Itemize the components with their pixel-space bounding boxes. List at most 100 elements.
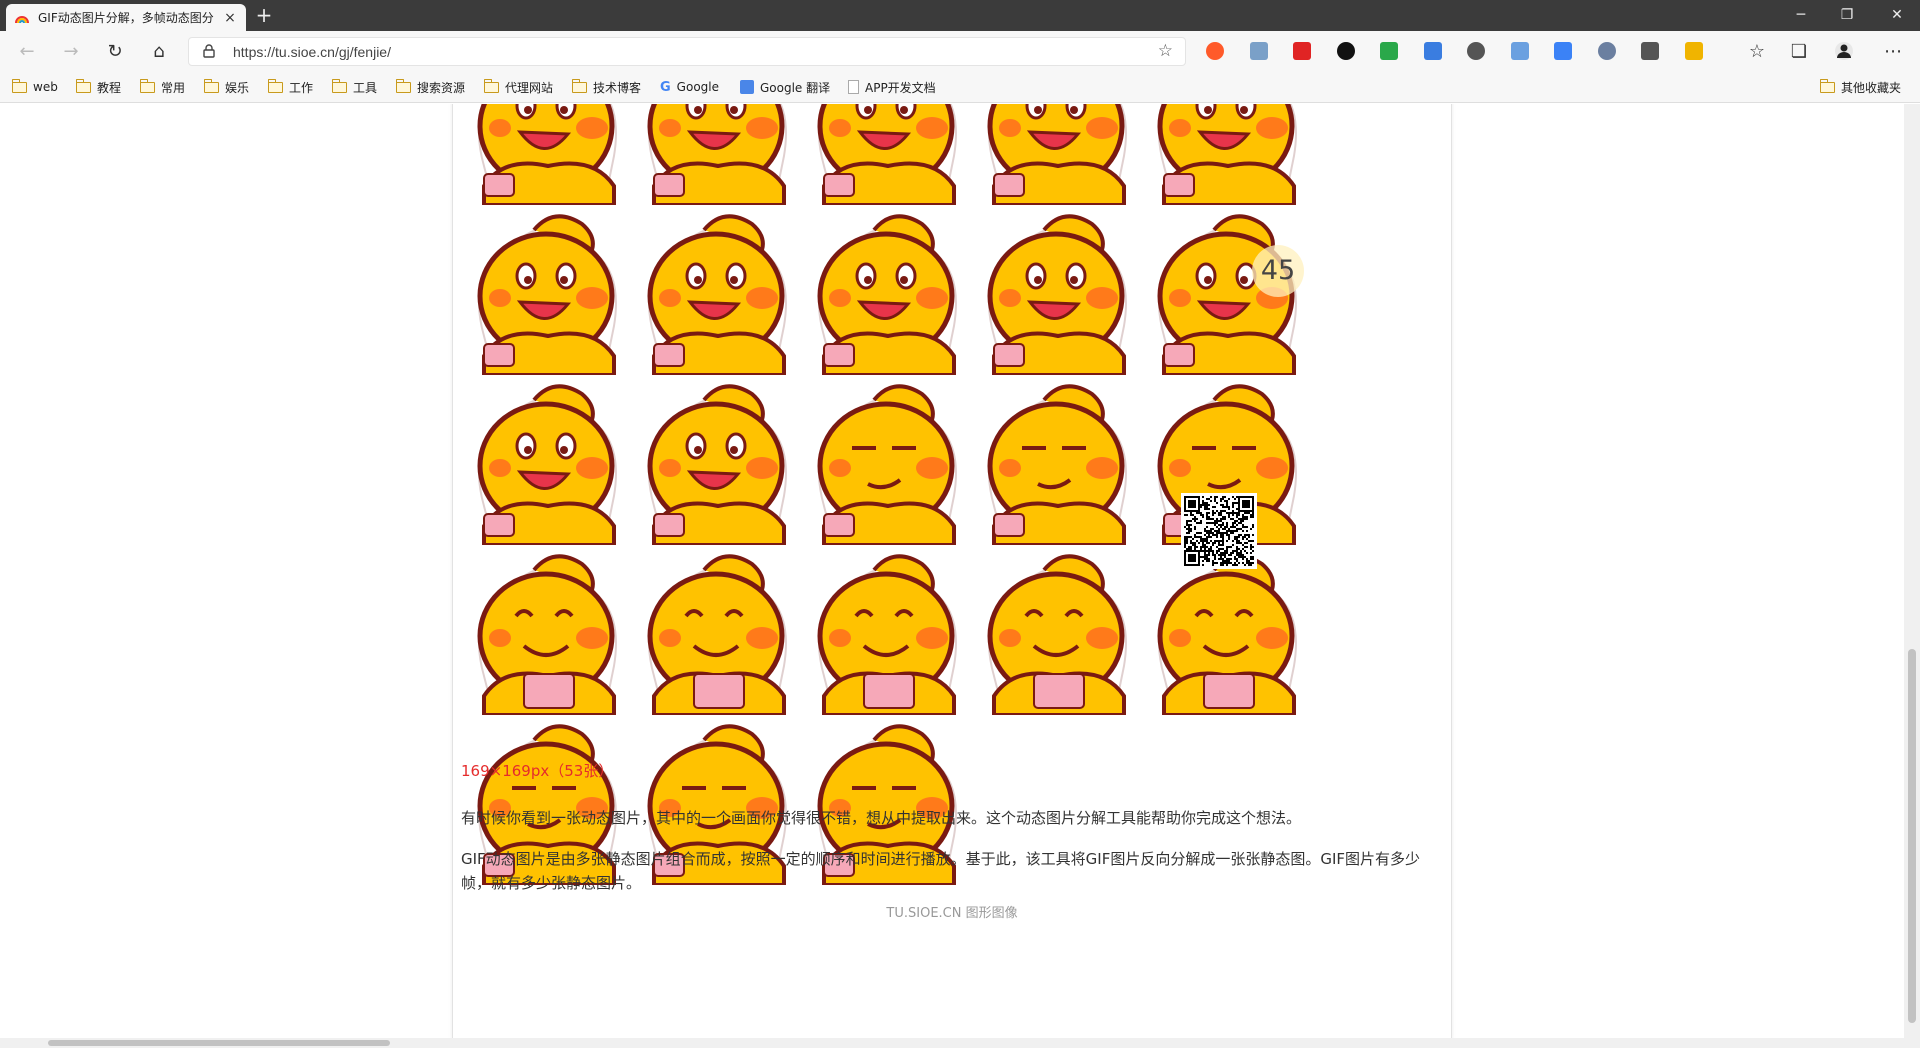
bookmark-label: web: [33, 80, 58, 94]
bookmark-label: 搜索资源: [417, 80, 466, 95]
ext-globe-icon[interactable]: [1423, 42, 1442, 60]
character-frame-art: [987, 214, 1127, 375]
bookmark-7[interactable]: 代理网站: [483, 77, 554, 97]
settings-menu-button[interactable]: ⋯: [1880, 39, 1906, 65]
ext-cursor-icon[interactable]: [1597, 42, 1616, 60]
ext-owl-icon[interactable]: [1249, 42, 1268, 60]
gif-frame[interactable]: [464, 206, 633, 375]
vertical-scrollbar[interactable]: [1904, 104, 1920, 1048]
bookmark-label: 娱乐: [225, 80, 250, 95]
ext-chat-icon[interactable]: [1641, 42, 1659, 60]
gif-frame[interactable]: [804, 206, 973, 375]
character-frame-art: [477, 104, 617, 205]
character-frame-art: [987, 104, 1127, 205]
frame-dimensions-text: 169×169px（53张）: [461, 762, 614, 780]
folder-icon: [75, 78, 91, 93]
gif-frame[interactable]: [634, 546, 803, 715]
character-frame-art: [987, 554, 1127, 715]
folder-icon: [483, 78, 499, 93]
bookmark-label: 教程: [97, 80, 122, 95]
other-bookmarks-label: 其他收藏夹: [1841, 80, 1902, 95]
home-button[interactable]: ⌂: [146, 39, 172, 65]
bookmark-5[interactable]: 工具: [331, 77, 377, 97]
ext-translate-icon[interactable]: [1510, 42, 1529, 60]
profile-avatar-icon[interactable]: [1834, 41, 1854, 61]
description-paragraph-2: GIF动态图片是由多张静态图片组合而成，按照一定的顺序和时间进行播放。基于此，该…: [461, 850, 1421, 892]
back-button[interactable]: ←: [14, 39, 40, 65]
tab-title: GIF动态图片分解，多帧动态图分: [38, 11, 214, 25]
title-bar: GIF动态图片分解，多帧动态图分 × + ─ ❐ ✕: [0, 0, 1920, 31]
qr-code-image[interactable]: [1181, 493, 1257, 569]
address-bar[interactable]: https://tu.sioe.cn/gj/fenjie/ ☆: [188, 37, 1186, 66]
ext-adblock-icon[interactable]: [1293, 42, 1311, 60]
reload-button[interactable]: ↻: [102, 39, 128, 65]
browser-tab-active[interactable]: GIF动态图片分解，多帧动态图分 ×: [6, 4, 246, 31]
forward-button[interactable]: →: [58, 39, 84, 65]
character-frame-art: [477, 554, 617, 715]
folder-icon: [11, 78, 27, 93]
character-frame-art: [817, 104, 957, 205]
tab-close-icon[interactable]: ×: [222, 10, 238, 26]
character-frame-art: [647, 214, 787, 375]
rainbow-favicon: [15, 15, 29, 23]
minimize-button[interactable]: ─: [1778, 0, 1824, 31]
other-bookmarks-folder[interactable]: 其他收藏夹: [1819, 77, 1902, 97]
character-frame-art: [817, 214, 957, 375]
character-frame-art: [1157, 554, 1297, 715]
gif-frame[interactable]: [1144, 104, 1313, 205]
bookmark-2[interactable]: 常用: [139, 77, 185, 97]
bookmark-label: 工作: [289, 80, 314, 95]
ext-pinwheel-icon[interactable]: [1684, 42, 1703, 60]
gif-frame[interactable]: [804, 376, 973, 545]
counter-badge[interactable]: 45: [1252, 245, 1304, 297]
horizontal-scroll-thumb[interactable]: [48, 1040, 390, 1046]
gif-frame[interactable]: [634, 206, 803, 375]
ext-paw-icon[interactable]: [1380, 42, 1398, 60]
vertical-scroll-thumb[interactable]: [1908, 649, 1916, 1023]
bookmark-8[interactable]: 技术博客: [571, 77, 641, 97]
bookmark-6[interactable]: 搜索资源: [395, 77, 466, 97]
collections-icon[interactable]: ❏: [1786, 39, 1812, 65]
bookmark-4[interactable]: 工作: [267, 77, 314, 97]
gif-frame[interactable]: [634, 376, 803, 545]
bookmark-11[interactable]: APP开发文档: [848, 77, 936, 97]
gif-frame[interactable]: [1144, 546, 1313, 715]
bookmark-1[interactable]: 教程: [75, 77, 122, 97]
character-frame-art: [647, 384, 787, 545]
folder-icon: [267, 78, 283, 93]
gif-frame[interactable]: [464, 104, 633, 205]
character-frame-art: [817, 554, 957, 715]
horizontal-scrollbar[interactable]: [0, 1038, 1904, 1048]
new-tab-button[interactable]: +: [252, 4, 276, 28]
gif-frame[interactable]: [974, 104, 1143, 205]
gif-frame[interactable]: [464, 376, 633, 545]
folder-icon: [203, 78, 219, 93]
ext-h-icon[interactable]: [1336, 42, 1355, 60]
bookmark-10[interactable]: Google 翻译: [740, 77, 830, 97]
bookmark-label: 代理网站: [505, 80, 554, 95]
favorites-icon[interactable]: ☆: [1744, 39, 1770, 65]
url-text[interactable]: https://tu.sioe.cn/gj/fenjie/: [233, 44, 391, 60]
favorite-star-icon[interactable]: ☆: [1158, 41, 1173, 61]
gif-frame[interactable]: [974, 206, 1143, 375]
google-icon: G: [660, 79, 671, 95]
close-window-button[interactable]: ✕: [1874, 0, 1920, 31]
bookmark-3[interactable]: 娱乐: [203, 77, 250, 97]
bookmark-0[interactable]: web: [11, 77, 58, 97]
character-frame-art: [477, 384, 617, 545]
gif-frame[interactable]: [804, 546, 973, 715]
gif-frame[interactable]: [804, 104, 973, 205]
gif-frame[interactable]: [464, 546, 633, 715]
character-frame-art: [987, 384, 1127, 545]
ext-jh-icon[interactable]: [1554, 42, 1572, 60]
folder-icon: [331, 78, 347, 93]
ext-gitzip-icon[interactable]: [1467, 42, 1485, 60]
folder-icon: [571, 78, 587, 93]
restore-button[interactable]: ❐: [1824, 0, 1870, 31]
site-footer[interactable]: TU.SIOE.CN 图形图像: [452, 902, 1452, 921]
gif-frame[interactable]: [634, 104, 803, 205]
gif-frame[interactable]: [974, 546, 1143, 715]
gif-frame[interactable]: [974, 376, 1143, 545]
bookmark-9[interactable]: G Google: [660, 77, 719, 97]
ext-infinity-icon[interactable]: [1206, 42, 1224, 60]
